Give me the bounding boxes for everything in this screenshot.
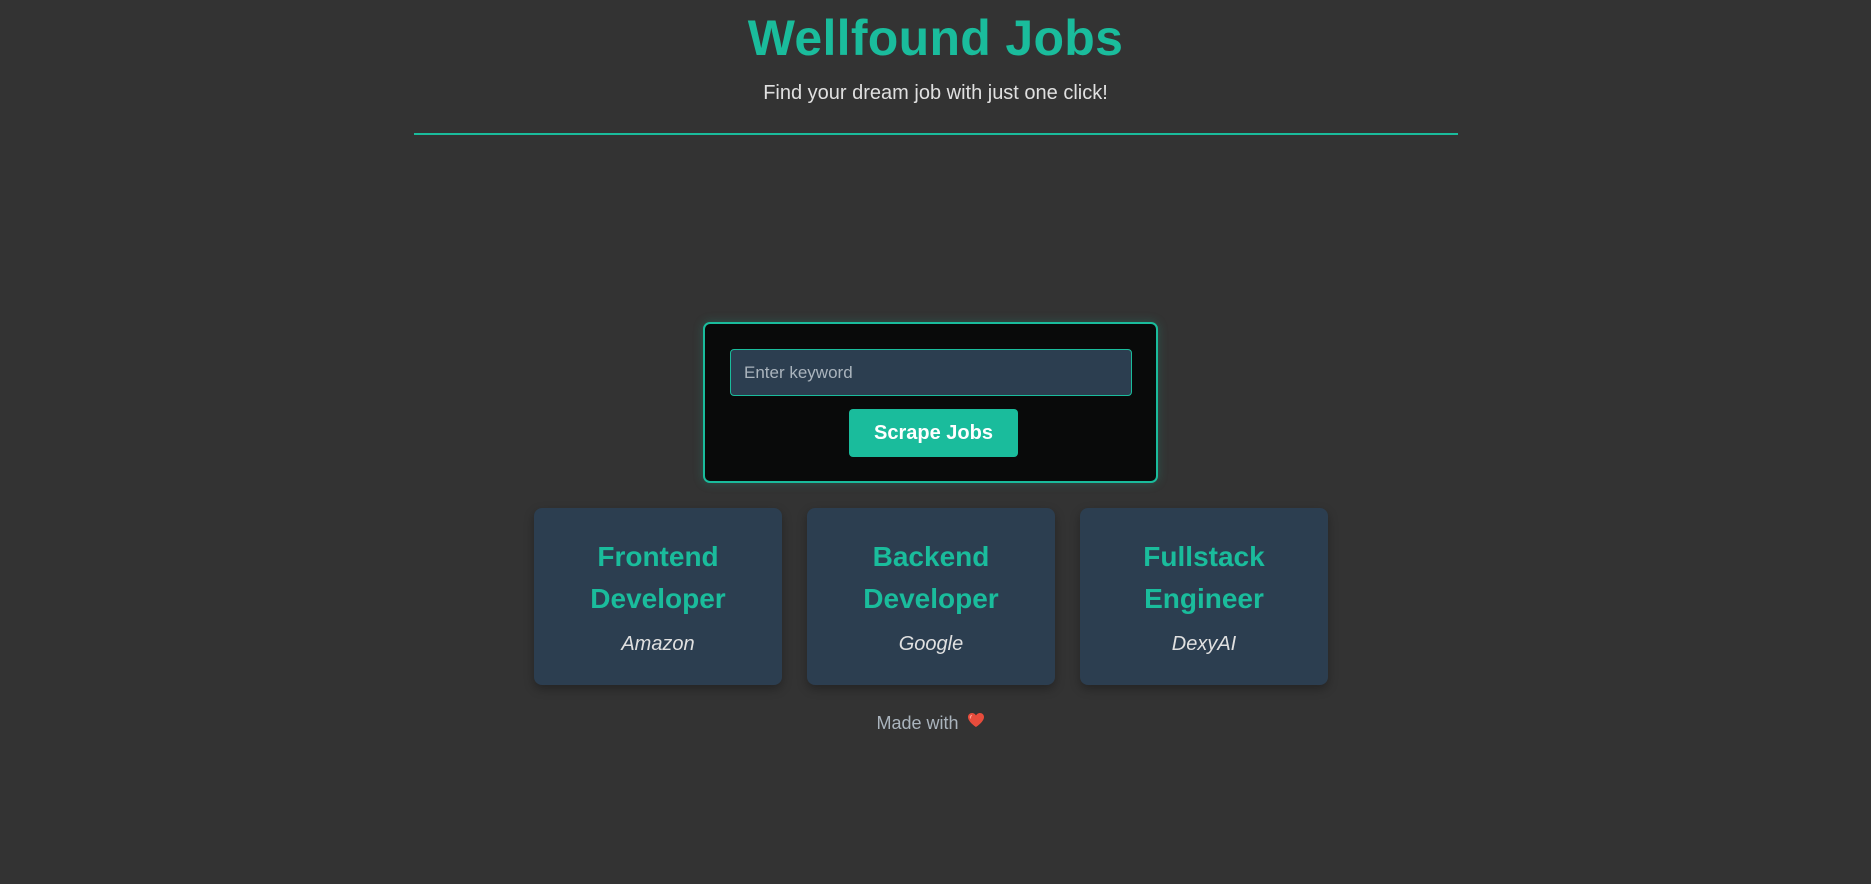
footer: Made with — [0, 711, 1861, 736]
page-subtitle: Find your dream job with just one click! — [763, 82, 1108, 104]
job-card[interactable]: Fullstack Engineer DexyAI — [1080, 508, 1328, 685]
search-panel: Scrape Jobs — [703, 322, 1158, 483]
scrape-jobs-button[interactable]: Scrape Jobs — [849, 409, 1018, 457]
job-title: Fullstack Engineer — [1143, 541, 1265, 614]
job-title: Backend Developer — [863, 541, 999, 614]
footer-text: Made with — [876, 713, 959, 733]
keyword-input[interactable] — [730, 349, 1132, 396]
heart-icon — [967, 710, 985, 734]
job-company: Google — [898, 633, 964, 655]
page-title: Wellfound Jobs — [747, 10, 1124, 66]
job-card[interactable]: Frontend Developer Amazon — [534, 508, 782, 685]
job-cards: Frontend Developer Amazon Backend Develo… — [534, 508, 1328, 685]
job-title: Frontend Developer — [590, 541, 726, 614]
page-header: Wellfound Jobs Find your dream job with … — [413, 0, 1458, 135]
job-company: DexyAI — [1171, 633, 1237, 655]
job-card[interactable]: Backend Developer Google — [807, 508, 1055, 685]
job-company: Amazon — [621, 633, 695, 655]
